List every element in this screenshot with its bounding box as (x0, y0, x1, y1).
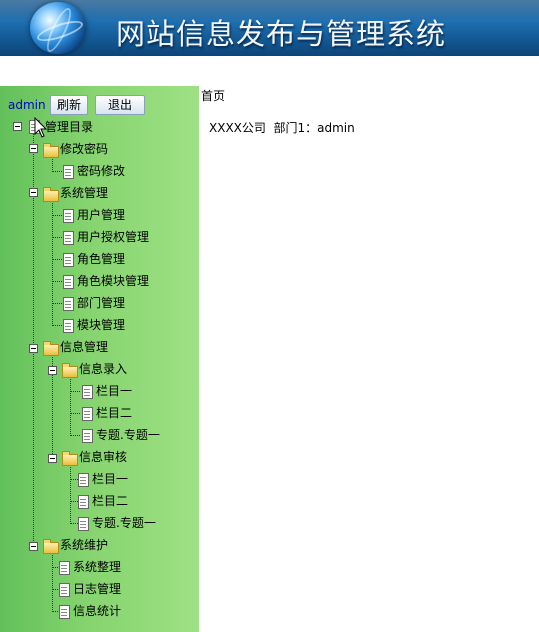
tree-item-sys-maint[interactable]: 系统维护 (59, 536, 109, 554)
tree-item-review-special[interactable]: 专题.专题一 (91, 514, 157, 532)
page-icon (78, 473, 89, 487)
page-icon (63, 253, 74, 267)
folder-open-icon (43, 143, 59, 158)
collapse-toggle-icon[interactable] (29, 188, 38, 197)
tree-line (70, 376, 71, 434)
tree-item-password-edit[interactable]: 密码修改 (76, 162, 126, 180)
tree-line (52, 303, 62, 304)
tree-item-entry-col2[interactable]: 栏目二 (95, 404, 133, 422)
collapse-toggle-icon[interactable] (29, 542, 38, 551)
page-icon (82, 429, 93, 443)
tree-line (52, 281, 62, 282)
tree-item-entry-special[interactable]: 专题.专题一 (95, 426, 161, 444)
tree-item-info-review[interactable]: 信息审核 (78, 448, 128, 466)
tree-line (52, 589, 58, 590)
tree-item-role-mgmt[interactable]: 角色管理 (76, 250, 126, 268)
tree-line (52, 215, 62, 216)
page-icon (78, 495, 89, 509)
tree-line (70, 435, 80, 436)
tree-line (52, 567, 58, 568)
tree-item-module-mgmt[interactable]: 模块管理 (76, 316, 126, 334)
tree-line (70, 501, 78, 502)
tree-item-info-stats[interactable]: 信息统计 (72, 602, 122, 620)
tree-line (52, 552, 53, 612)
company-dept-info: XXXX公司 部门1：admin (209, 121, 355, 135)
tree-line (70, 413, 80, 414)
tree-line (70, 464, 71, 522)
page-icon (82, 385, 93, 399)
tree-item-dept-mgmt[interactable]: 部门管理 (76, 294, 126, 312)
tree-line (52, 156, 53, 170)
page-icon (78, 517, 89, 531)
folder-open-icon (43, 539, 59, 554)
tree-line (70, 523, 78, 524)
tree-item-sys-cleanup[interactable]: 系统整理 (72, 558, 122, 576)
page-icon (59, 583, 70, 597)
page-icon (59, 561, 70, 575)
page-icon (82, 407, 93, 421)
tree-item-system-mgmt[interactable]: 系统管理 (59, 184, 109, 202)
tree-item-change-password[interactable]: 修改密码 (59, 140, 109, 158)
tree-item-entry-col1[interactable]: 栏目一 (95, 382, 133, 400)
collapse-toggle-icon[interactable] (29, 344, 38, 353)
tree-line (52, 259, 62, 260)
tree-line (52, 200, 53, 326)
tree-item-review-col1[interactable]: 栏目一 (91, 470, 129, 488)
folder-open-icon (62, 451, 78, 466)
tree-item-review-col2[interactable]: 栏目二 (91, 492, 129, 510)
page-icon (63, 297, 74, 311)
page-icon (63, 275, 74, 289)
collapse-toggle-icon[interactable] (48, 454, 57, 463)
tree-line (52, 325, 62, 326)
page-icon (63, 209, 74, 223)
page-icon (63, 231, 74, 245)
collapse-toggle-icon[interactable] (48, 366, 57, 375)
page-icon (63, 319, 74, 333)
tree-item-root[interactable]: 管理目录 (44, 118, 94, 136)
tree-line (70, 391, 80, 392)
folder-open-icon (62, 363, 78, 378)
page-title: 首页 (201, 89, 226, 103)
tree-item-log-mgmt[interactable]: 日志管理 (72, 580, 122, 598)
tree-item-role-module[interactable]: 角色模块管理 (76, 272, 150, 290)
page-icon (59, 605, 70, 619)
header-banner: 网站信息发布与管理系统 (0, 0, 539, 56)
sidebar: admin 刷新 退出 管理目录 修改密码 密码修改 系统管理 用户管理 用户授… (0, 86, 199, 632)
mouse-cursor-icon (34, 117, 48, 138)
nav-tree: 管理目录 修改密码 密码修改 系统管理 用户管理 用户授权管理 角色管理 角色模… (0, 86, 199, 632)
tree-line (70, 479, 78, 480)
app-title: 网站信息发布与管理系统 (116, 17, 447, 51)
tree-item-user-auth[interactable]: 用户授权管理 (76, 228, 150, 246)
folder-open-icon (43, 341, 59, 356)
folder-open-icon (43, 187, 59, 202)
tree-line (52, 611, 58, 612)
tree-line (52, 171, 62, 172)
page-icon (63, 165, 74, 179)
tree-item-info-entry[interactable]: 信息录入 (78, 360, 128, 378)
tree-line (52, 237, 62, 238)
globe-logo-icon (30, 2, 86, 54)
collapse-toggle-icon[interactable] (29, 144, 38, 153)
collapse-toggle-icon[interactable] (13, 122, 22, 131)
tree-item-info-mgmt[interactable]: 信息管理 (59, 338, 109, 356)
tree-item-user-mgmt[interactable]: 用户管理 (76, 206, 126, 224)
